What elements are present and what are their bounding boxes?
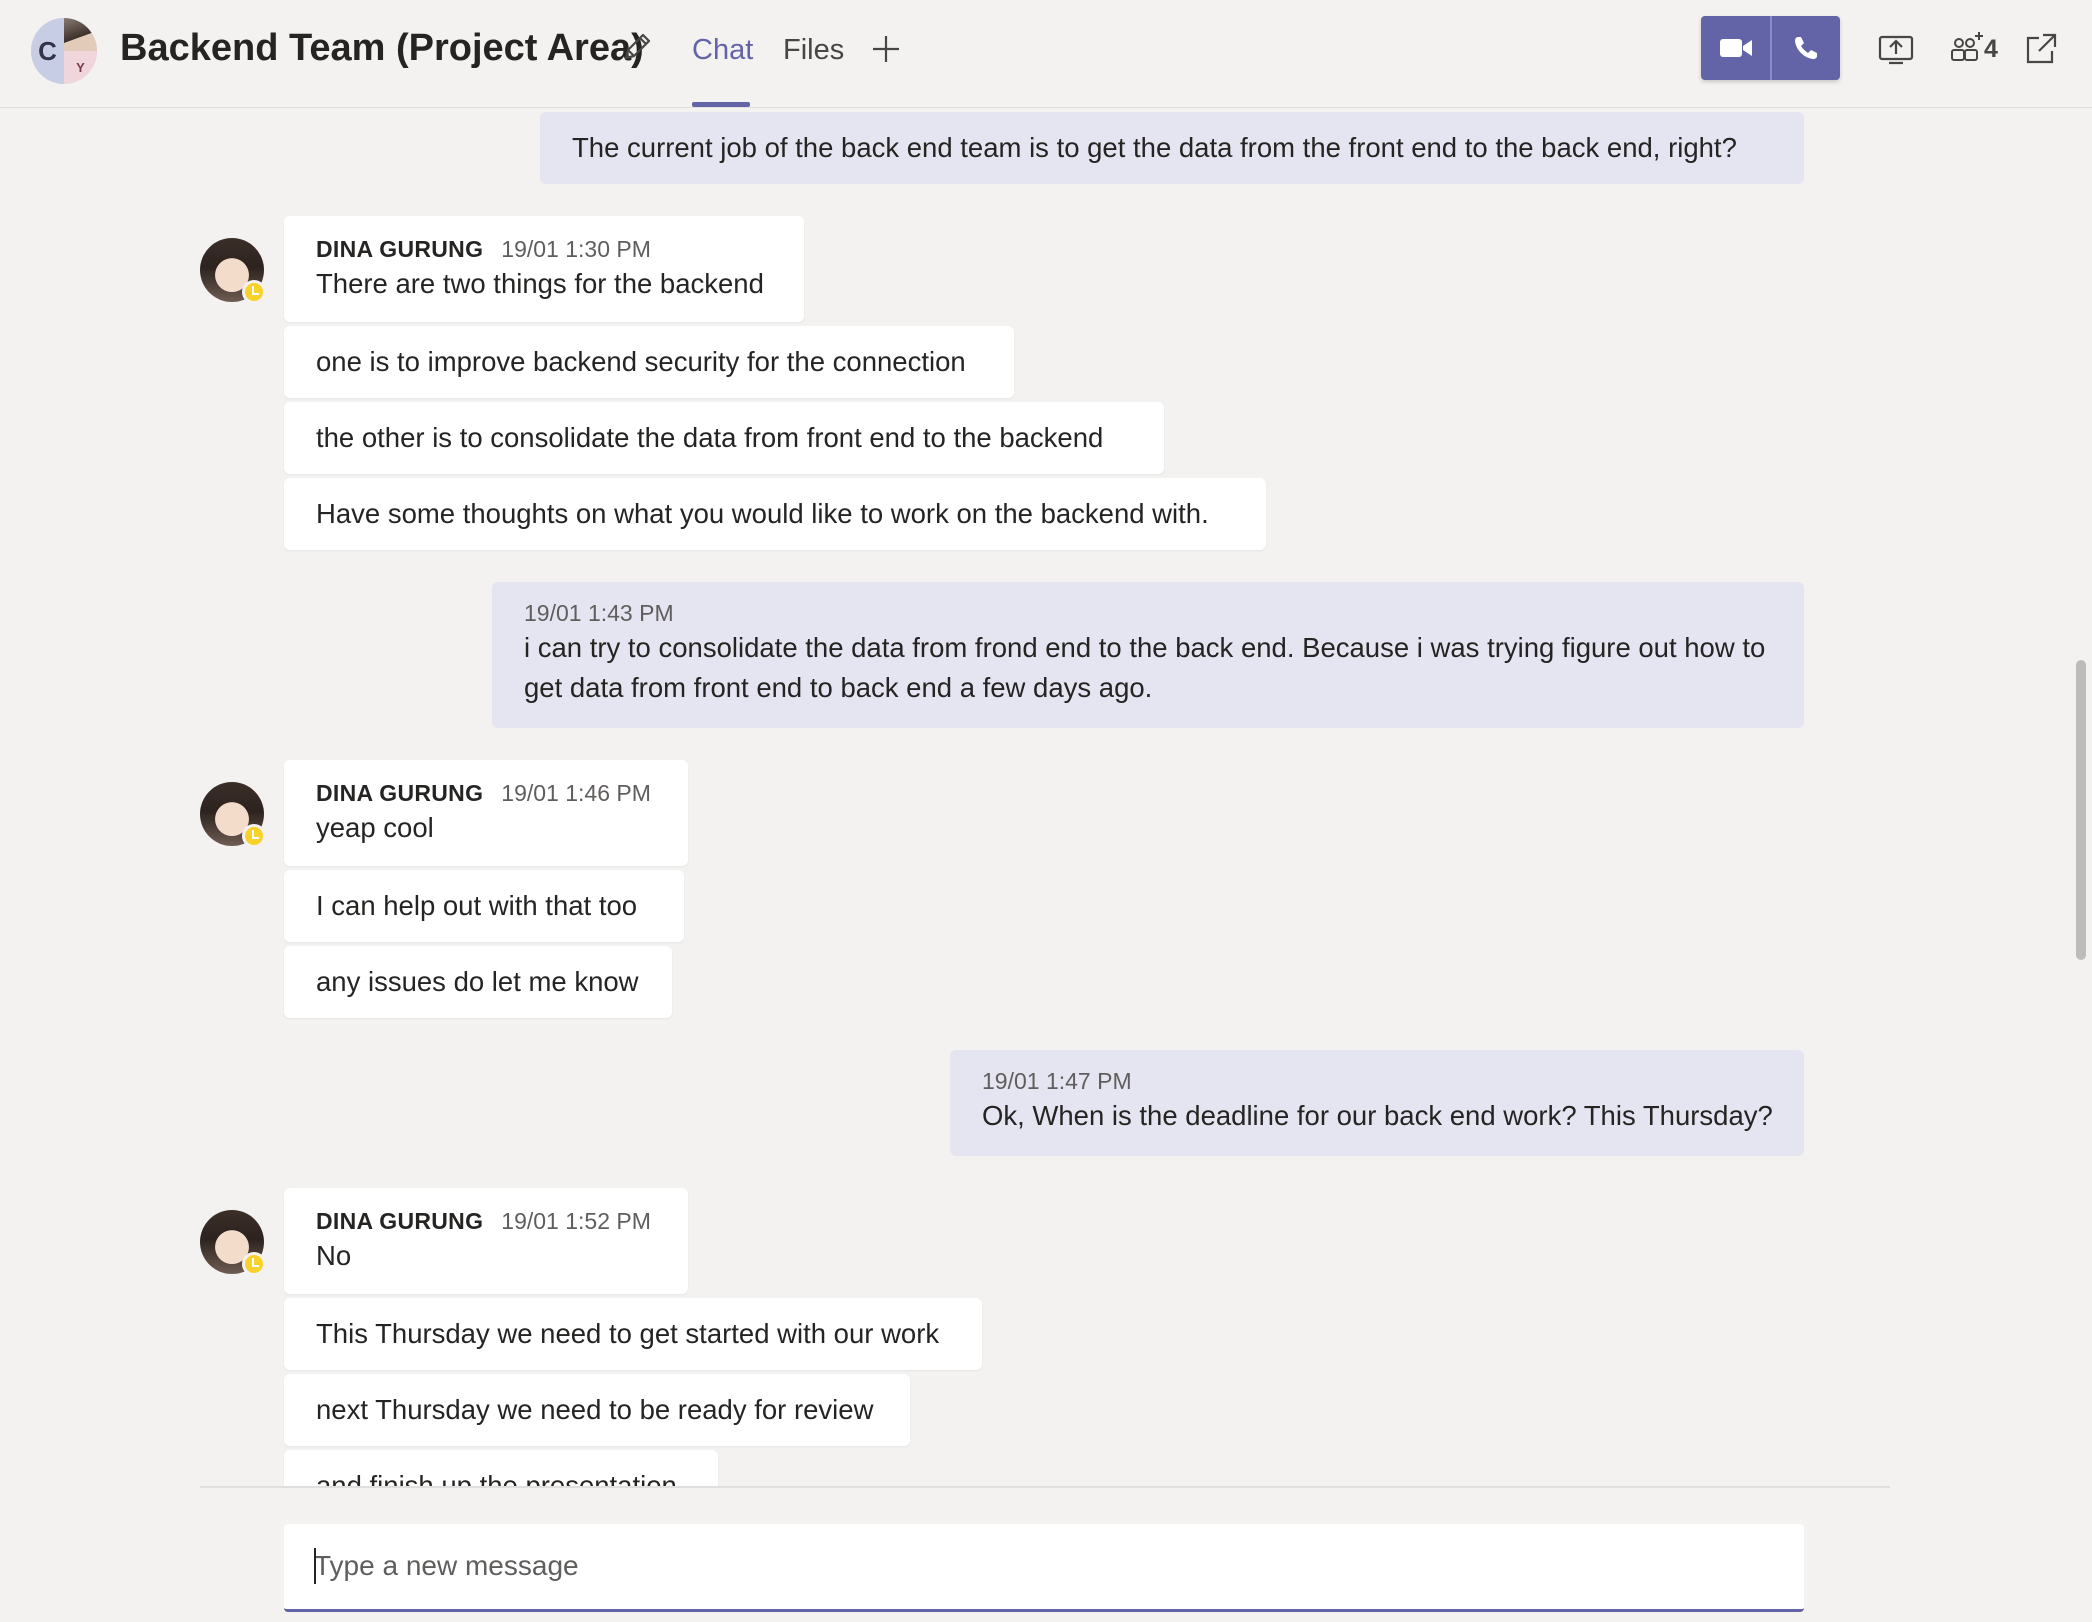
timestamp: 19/01 1:47 PM <box>982 1068 1132 1094</box>
away-status-icon <box>242 1252 266 1276</box>
member-photo <box>64 18 97 51</box>
message-text: one is to improve backend security for t… <box>316 346 966 377</box>
video-camera-icon <box>1719 39 1752 57</box>
away-status-icon <box>242 824 266 848</box>
message-text: The current job of the back end team is … <box>572 132 1737 163</box>
phone-icon <box>1795 37 1817 59</box>
my-message[interactable]: 19/01 1:43 PM i can try to consolidate t… <box>492 582 1804 728</box>
message-text: next Thursday we need to be ready for re… <box>316 1394 874 1425</box>
message-text: I can help out with that too <box>316 890 638 921</box>
avatar[interactable] <box>200 238 266 304</box>
received-message[interactable]: DINA GURUNG 19/01 1:46 PM yeap cool <box>284 760 688 866</box>
received-message[interactable]: and finish up the presentation <box>284 1450 718 1488</box>
message-input[interactable] <box>314 1524 1774 1608</box>
message-text: Have some thoughts on what you would lik… <box>316 498 1209 529</box>
active-tab-indicator <box>692 102 750 107</box>
plus-icon[interactable] <box>870 33 902 65</box>
away-status-icon <box>242 280 266 304</box>
add-people-icon[interactable] <box>1948 30 1986 68</box>
participant-count[interactable]: 4 <box>1984 30 1998 68</box>
pop-out-icon[interactable] <box>2022 30 2060 68</box>
pencil-icon[interactable] <box>620 30 654 64</box>
audio-call-button[interactable] <box>1770 16 1840 80</box>
tab-files[interactable]: Files <box>783 28 844 72</box>
received-message[interactable]: This Thursday we need to get started wit… <box>284 1298 982 1370</box>
avatar-initial: C <box>31 18 64 84</box>
message-list[interactable]: The current job of the back end team is … <box>0 110 2092 1488</box>
message-text: and finish up the presentation <box>316 1470 677 1488</box>
video-call-button[interactable] <box>1701 16 1770 80</box>
avatar-sub-initial: Y <box>64 51 97 84</box>
received-message[interactable]: next Thursday we need to be ready for re… <box>284 1374 910 1446</box>
message-text: Ok, When is the deadline for our back en… <box>982 1100 1773 1131</box>
message-meta: DINA GURUNG 19/01 1:52 PM <box>316 1206 656 1236</box>
received-message[interactable]: one is to improve backend security for t… <box>284 326 1014 398</box>
message-text: yeap cool <box>316 812 434 843</box>
author-name: DINA GURUNG <box>316 1208 484 1234</box>
avatar[interactable] <box>200 782 266 848</box>
received-message[interactable]: DINA GURUNG 19/01 1:30 PM There are two t… <box>284 216 804 322</box>
tab-chat[interactable]: Chat <box>692 28 753 72</box>
received-message[interactable]: Have some thoughts on what you would lik… <box>284 478 1266 550</box>
group-avatar[interactable]: C Y <box>31 18 97 84</box>
message-meta: DINA GURUNG 19/01 1:30 PM <box>316 234 772 264</box>
compose-box[interactable] <box>284 1524 1804 1612</box>
message-text: This Thursday we need to get started wit… <box>316 1318 940 1349</box>
timestamp: 19/01 1:46 PM <box>501 780 651 806</box>
author-name: DINA GURUNG <box>316 780 484 806</box>
timestamp: 19/01 1:30 PM <box>501 236 651 262</box>
my-message[interactable]: 19/01 1:47 PM Ok, When is the deadline f… <box>950 1050 1804 1156</box>
received-message[interactable]: any issues do let me know <box>284 946 672 1018</box>
timestamp: 19/01 1:43 PM <box>524 600 674 626</box>
message-text: any issues do let me know <box>316 966 639 997</box>
avatar[interactable] <box>200 1210 266 1276</box>
message-text: i can try to consolidate the data from f… <box>524 632 1766 703</box>
message-text: the other is to consolidate the data fro… <box>316 422 1104 453</box>
timestamp: 19/01 1:52 PM <box>501 1208 651 1234</box>
compose-divider <box>200 1486 1890 1488</box>
call-buttons <box>1701 16 1840 80</box>
received-message[interactable]: DINA GURUNG 19/01 1:52 PM No <box>284 1188 688 1294</box>
chat-title: Backend Team (Project Area) <box>120 27 644 69</box>
chat-header: C Y Backend Team (Project Area) Chat Fil… <box>0 0 2092 108</box>
text-caret <box>314 1548 316 1584</box>
message-text: There are two things for the backend <box>316 268 764 299</box>
author-name: DINA GURUNG <box>316 236 484 262</box>
received-message[interactable]: I can help out with that too <box>284 870 684 942</box>
received-message[interactable]: the other is to consolidate the data fro… <box>284 402 1164 474</box>
share-screen-icon[interactable] <box>1877 30 1915 68</box>
message-text: No <box>316 1240 352 1271</box>
my-message[interactable]: The current job of the back end team is … <box>540 112 1804 184</box>
message-meta: DINA GURUNG 19/01 1:46 PM <box>316 778 656 808</box>
scrollbar[interactable] <box>2076 660 2086 960</box>
